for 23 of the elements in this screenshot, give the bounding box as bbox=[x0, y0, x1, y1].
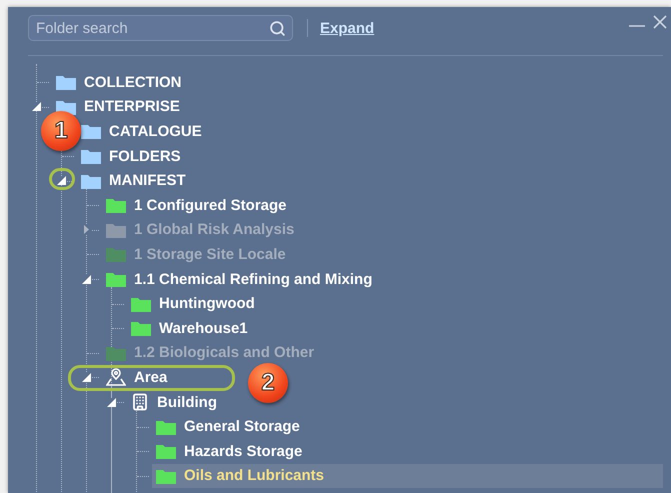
tree-item[interactable]: MANIFEST bbox=[77, 168, 186, 193]
close-icon[interactable] bbox=[653, 15, 667, 29]
search-field[interactable]: Folder search bbox=[28, 15, 293, 41]
tree-item[interactable]: 1.1 Chemical Refining and Mixing bbox=[102, 267, 372, 292]
expanded-arrow-icon[interactable] bbox=[32, 102, 41, 112]
tree-item[interactable]: Huntingwood bbox=[127, 292, 255, 316]
tree-item[interactable]: Area bbox=[102, 365, 168, 390]
selected-tree-item[interactable]: Oils and Lubricants bbox=[152, 464, 663, 488]
tree-item[interactable]: 1 Configured Storage bbox=[102, 193, 287, 218]
callout-badge: 2 bbox=[248, 363, 288, 403]
highlight-ring bbox=[49, 168, 75, 190]
tree-item[interactable]: General Storage bbox=[152, 414, 300, 439]
tree-item[interactable]: Building bbox=[127, 390, 217, 414]
building-icon bbox=[131, 393, 149, 412]
callout-badge: 1 bbox=[41, 111, 81, 151]
tree-item[interactable]: COLLECTION bbox=[52, 70, 182, 94]
search-icon[interactable] bbox=[269, 20, 286, 36]
search-input[interactable]: Folder search bbox=[36, 20, 269, 36]
map-pin-icon bbox=[106, 368, 126, 386]
expand-link[interactable]: Expand bbox=[320, 20, 374, 36]
expanded-arrow-icon[interactable] bbox=[57, 176, 66, 186]
tree-item[interactable]: Warehouse1 bbox=[127, 316, 248, 340]
tree-item[interactable]: Hazards Storage bbox=[152, 439, 302, 464]
